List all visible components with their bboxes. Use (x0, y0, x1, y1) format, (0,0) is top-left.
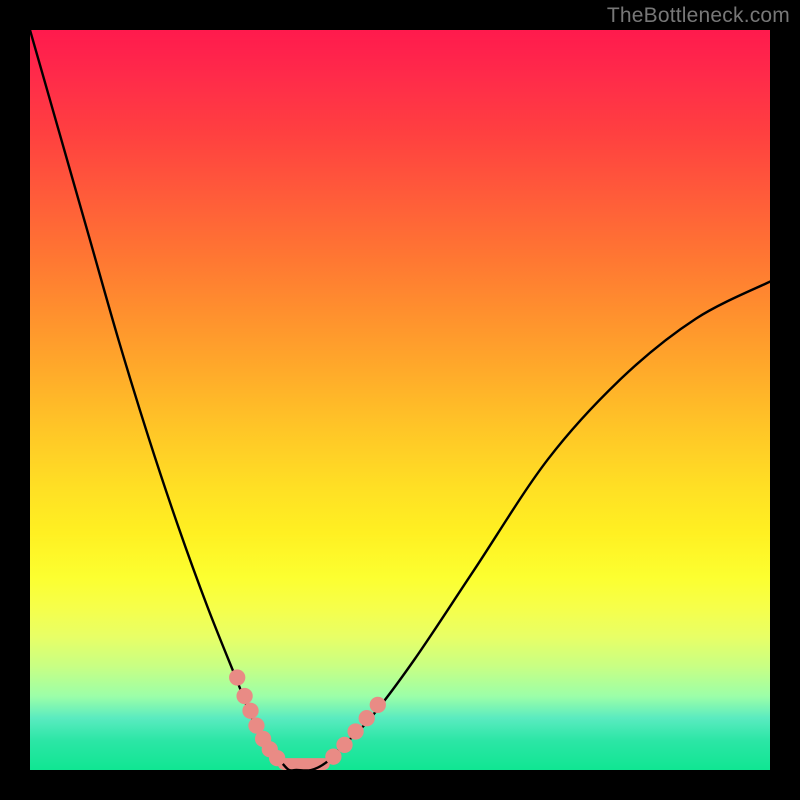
watermark-text: TheBottleneck.com (607, 4, 790, 28)
curve-marker-dot (336, 737, 352, 753)
chart-frame: TheBottleneck.com (0, 0, 800, 800)
curve-marker-dot (236, 688, 252, 704)
curve-marker-dot (347, 723, 363, 739)
chart-svg (30, 30, 770, 770)
curve-marker-dot (325, 749, 341, 765)
curve-marker-dot (269, 750, 285, 766)
plot-area (30, 30, 770, 770)
curve-marker-dot (242, 703, 258, 719)
curve-marker-dot (359, 710, 375, 726)
bottleneck-curve (30, 30, 770, 770)
curve-marker-dot (370, 697, 386, 713)
curve-marker-dot (229, 669, 245, 685)
